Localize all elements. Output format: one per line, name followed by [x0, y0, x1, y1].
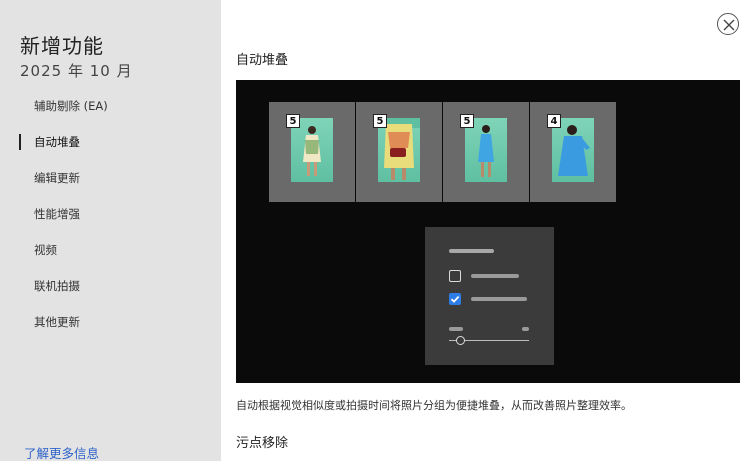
main-content: 自动堆叠 5 5 5 4 自动根据视觉相似度或拍摄时间将照片分组为便捷堆叠，从而… — [221, 0, 750, 461]
sidebar-item-video[interactable]: 视频 — [0, 238, 221, 274]
photo-stack[interactable]: 5 — [443, 102, 529, 202]
close-icon — [723, 19, 735, 31]
sidebar-nav: 辅助剔除 (EA) 自动堆叠 编辑更新 性能增强 视频 联机拍摄 其他更新 — [0, 94, 221, 346]
release-date: 2025 年 10 月 — [20, 62, 133, 80]
photo-stack[interactable]: 5 — [356, 102, 442, 202]
sidebar-item-label: 性能增强 — [34, 207, 80, 221]
sidebar-item-label: 自动堆叠 — [34, 135, 80, 149]
sidebar-item-label: 编辑更新 — [34, 171, 80, 185]
slider-min-placeholder — [449, 327, 463, 331]
sidebar-item-other-updates[interactable]: 其他更新 — [0, 310, 221, 346]
stack-count-badge: 5 — [460, 114, 474, 128]
similarity-slider-thumb[interactable] — [456, 336, 465, 345]
option-checkbox-checked[interactable] — [449, 293, 461, 305]
photo-stack[interactable]: 4 — [530, 102, 616, 202]
stack-count-badge: 4 — [547, 114, 561, 128]
option-checkbox[interactable] — [449, 270, 461, 282]
panel-heading-placeholder — [449, 249, 494, 253]
learn-more-link[interactable]: 了解更多信息 — [24, 443, 99, 461]
stack-count-badge: 5 — [286, 114, 300, 128]
option-label-placeholder — [471, 274, 519, 278]
stacking-options-panel — [425, 227, 554, 365]
feature-video[interactable]: 5 5 5 4 — [236, 80, 740, 383]
option-label-placeholder — [471, 297, 527, 301]
feature-description: 自动根据视觉相似度或拍摄时间将照片分组为便捷堆叠，从而改善照片整理效率。 — [236, 399, 632, 412]
sidebar-item-performance[interactable]: 性能增强 — [0, 202, 221, 238]
close-button[interactable] — [717, 13, 739, 35]
sidebar-item-assisted-culling[interactable]: 辅助剔除 (EA) — [0, 94, 221, 130]
sidebar-item-tethered-capture[interactable]: 联机拍摄 — [0, 274, 221, 310]
sidebar-item-auto-stacking[interactable]: 自动堆叠 — [0, 130, 221, 166]
sidebar: 新增功能 2025 年 10 月 辅助剔除 (EA) 自动堆叠 编辑更新 性能增… — [0, 0, 221, 461]
sidebar-item-label: 视频 — [34, 243, 57, 257]
section-title: 自动堆叠 — [236, 53, 289, 68]
photo-stack[interactable]: 5 — [269, 102, 355, 202]
sidebar-item-label: 其他更新 — [34, 315, 80, 329]
sidebar-item-label: 联机拍摄 — [34, 279, 80, 293]
sidebar-item-label: 辅助剔除 (EA) — [34, 99, 108, 113]
next-section-title: 污点移除 — [236, 436, 289, 451]
checkmark-icon — [450, 295, 460, 303]
slider-max-placeholder — [522, 327, 529, 331]
stack-count-badge: 5 — [373, 114, 387, 128]
sidebar-item-editing-updates[interactable]: 编辑更新 — [0, 166, 221, 202]
page-title: 新增功能 — [20, 34, 104, 58]
